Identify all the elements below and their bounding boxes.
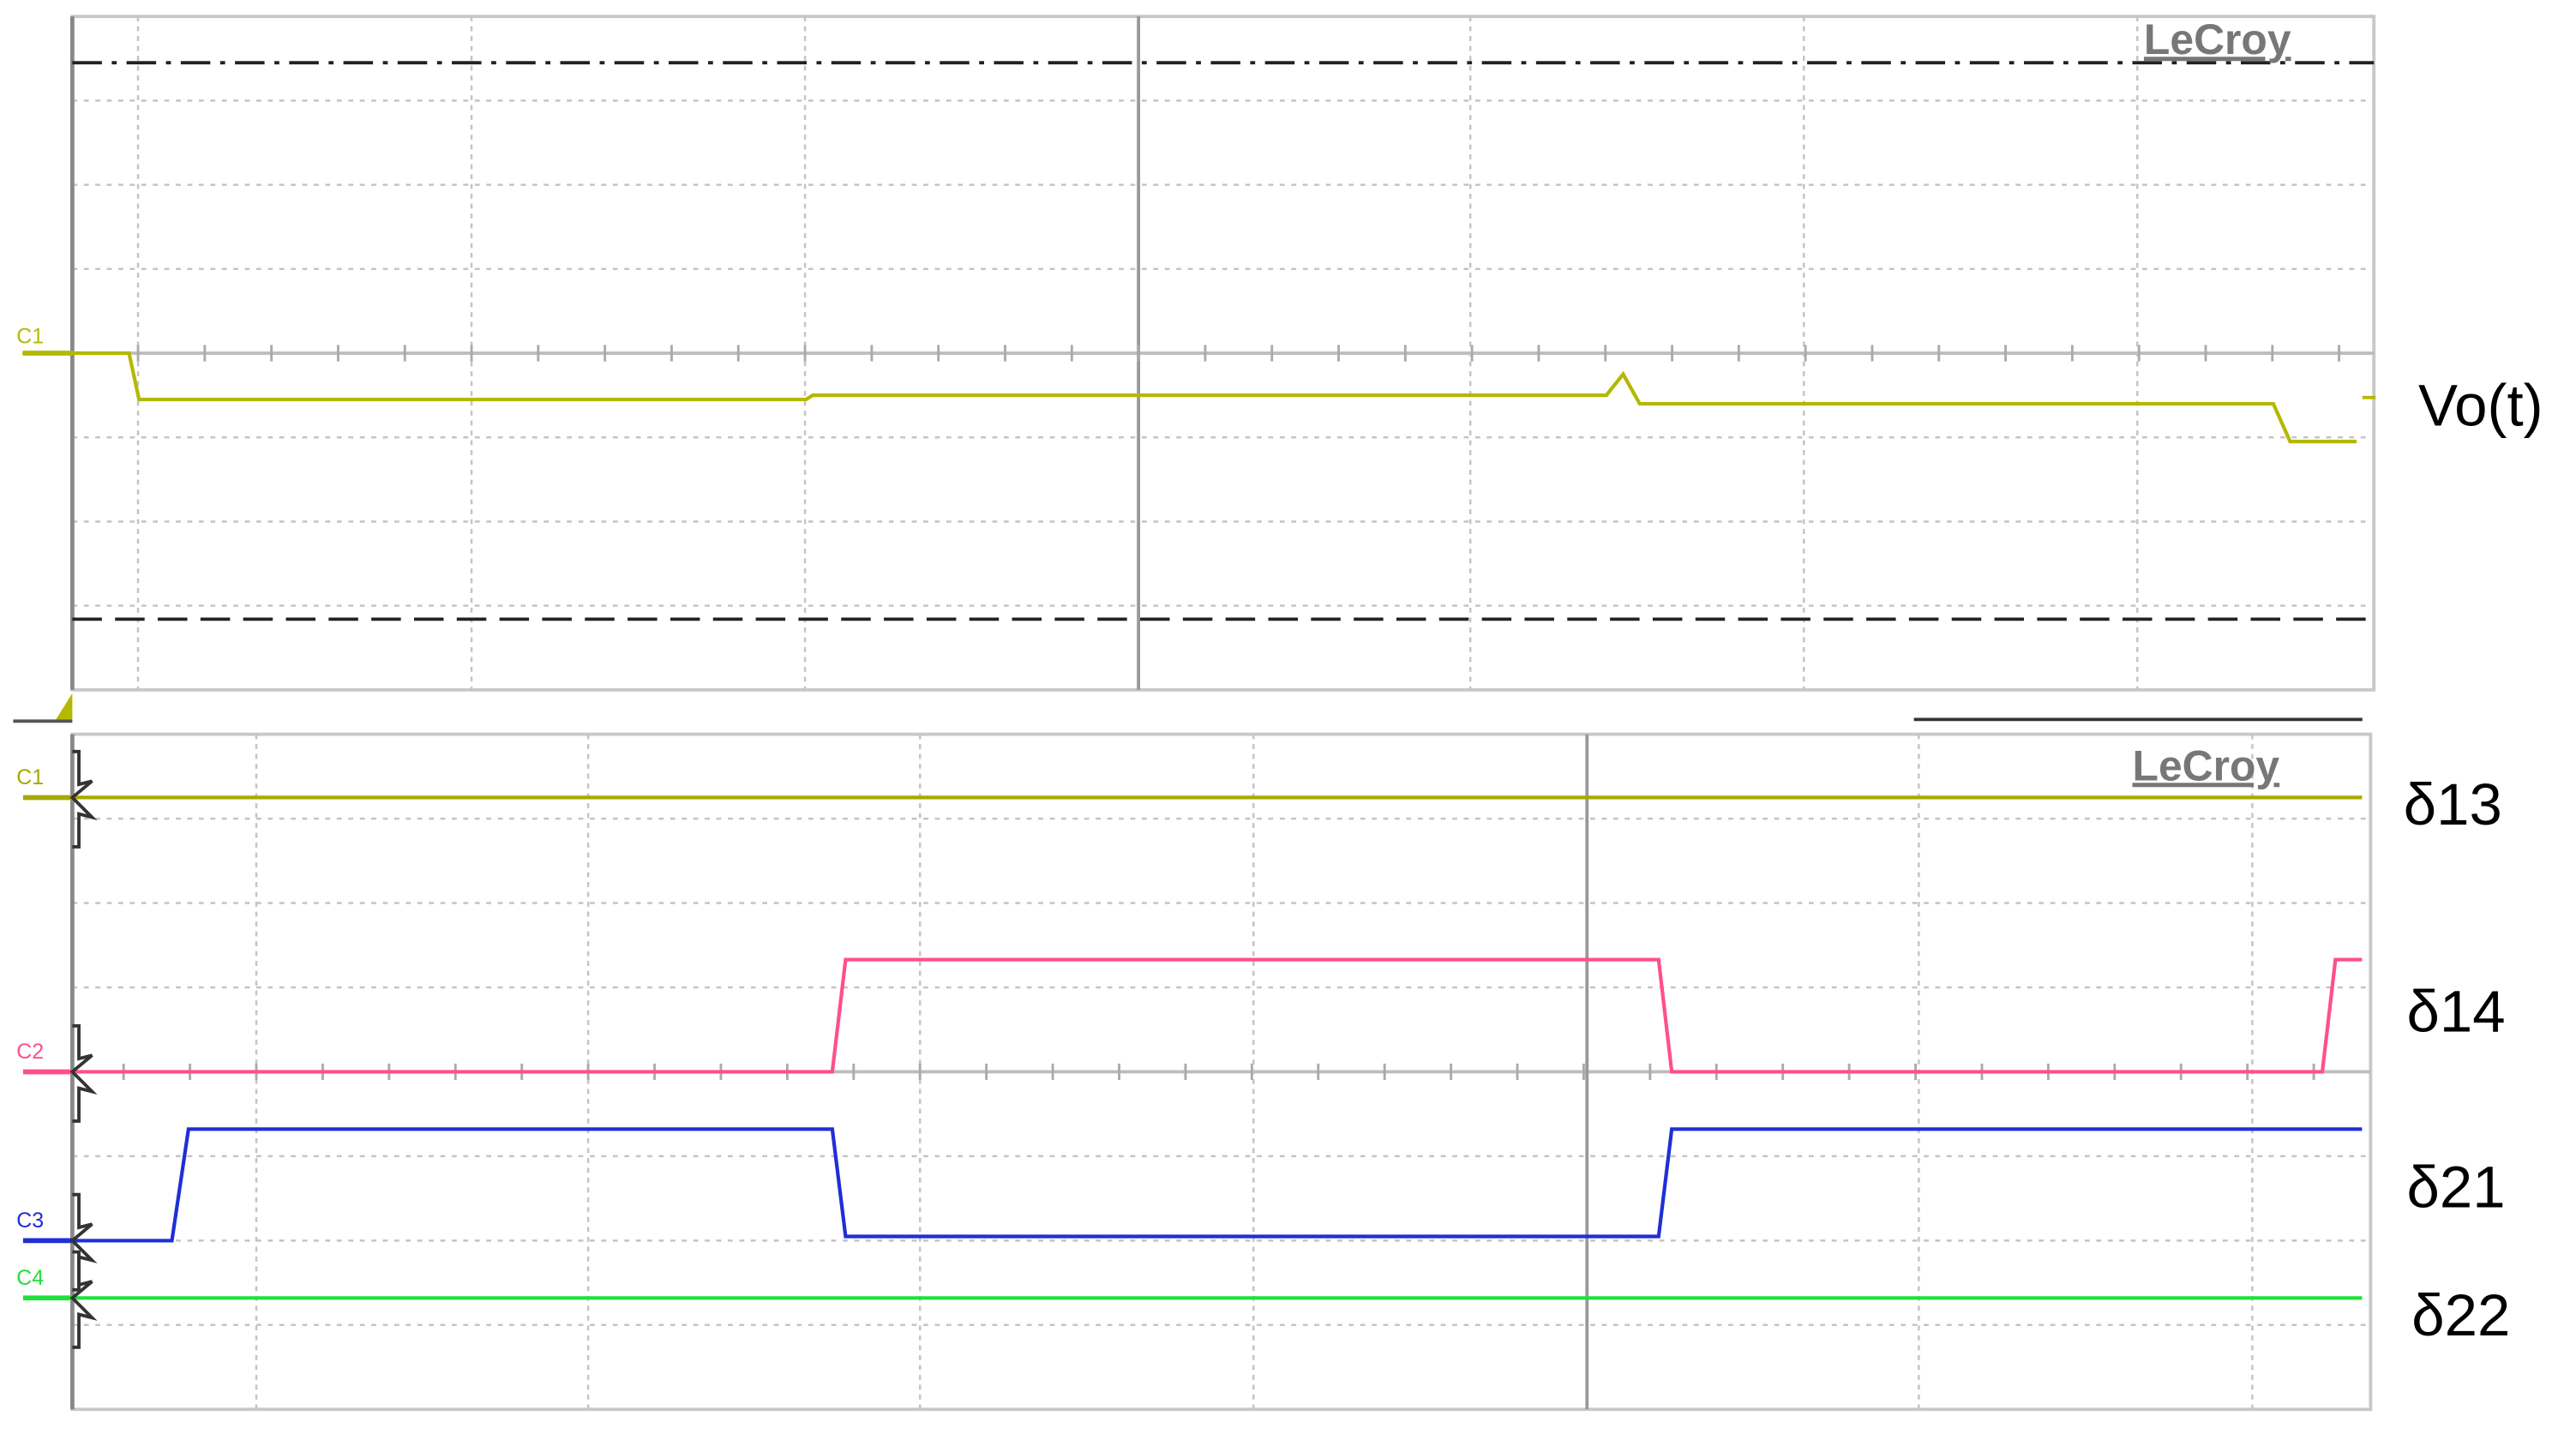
channel-label-c1: C1 xyxy=(16,765,44,789)
channel-label-c4: C4 xyxy=(16,1266,44,1290)
label-d22: δ22 xyxy=(2411,1282,2510,1348)
label-d13: δ13 xyxy=(2404,771,2502,837)
bottom-panel: C1 C2 C3 C4 xyxy=(16,732,2373,1412)
logo-lecroy-top: LeCroy xyxy=(2144,15,2291,63)
channel-label-c3: C3 xyxy=(16,1209,44,1233)
logo-lecroy-bottom: LeCroy xyxy=(2133,741,2280,789)
top-panel: C1 xyxy=(13,15,2376,723)
label-vo: Vo(t) xyxy=(2418,372,2543,438)
channel-label-c1: C1 xyxy=(16,325,44,349)
trigger-marker-icon xyxy=(56,693,73,720)
label-d14: δ14 xyxy=(2407,978,2506,1044)
label-d21: δ21 xyxy=(2407,1155,2506,1221)
channel-label-c2: C2 xyxy=(16,1040,44,1064)
oscilloscope-figure: C1 C1C2C3C4 LeCroy LeCroy Vo(t) δ13 δ14 … xyxy=(13,15,2543,1412)
